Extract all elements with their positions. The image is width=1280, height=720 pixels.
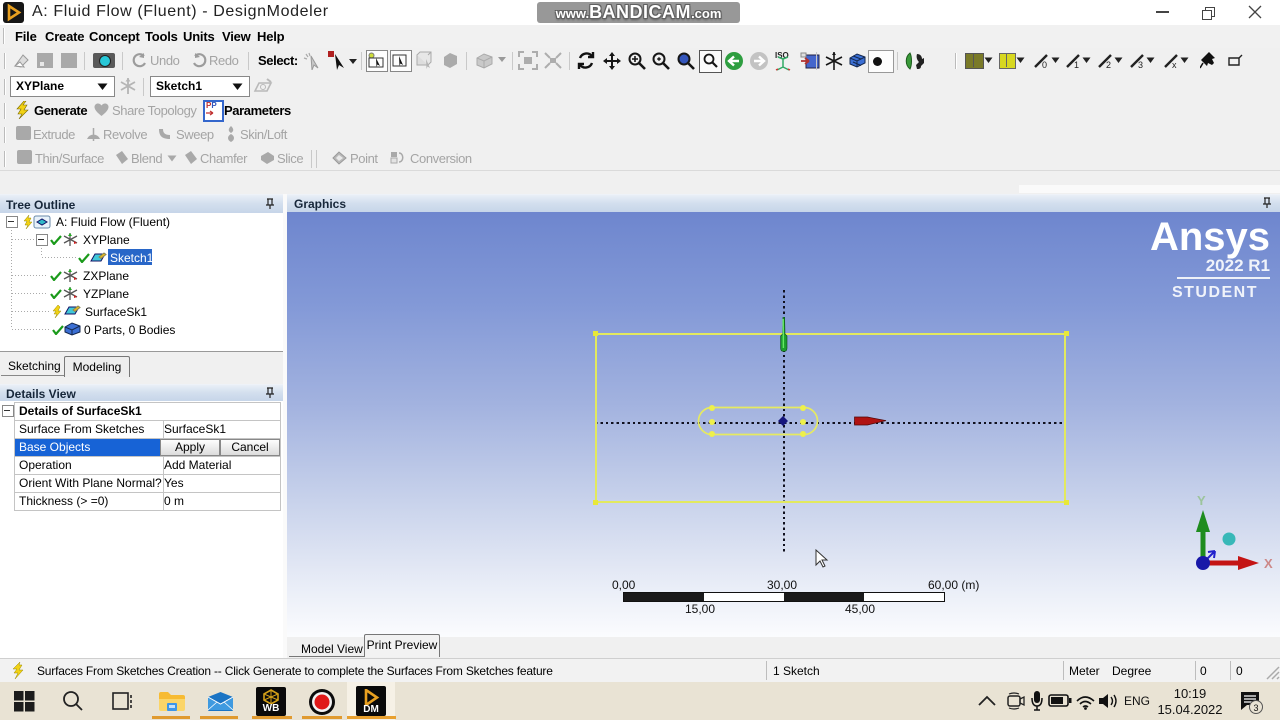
svg-text:X: X [1264, 556, 1273, 571]
svg-text:2: 2 [1106, 60, 1111, 70]
svg-text:1: 1 [1074, 60, 1079, 70]
svg-text:3: 3 [1254, 703, 1259, 713]
svg-text:Y: Y [1197, 493, 1206, 508]
svg-text:x: x [1172, 60, 1177, 70]
svg-text:0: 0 [1042, 60, 1047, 70]
svg-text:3: 3 [1138, 60, 1143, 70]
